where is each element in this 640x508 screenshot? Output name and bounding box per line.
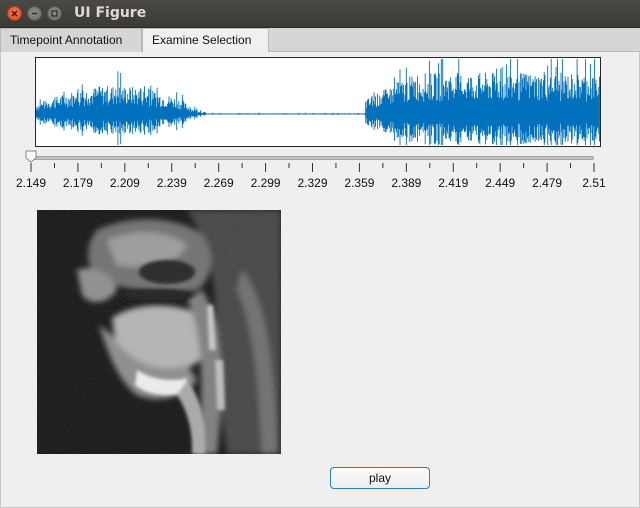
- window-titlebar: UI Figure: [0, 0, 640, 28]
- mri-picture: [37, 210, 281, 454]
- tick-label: 2.269: [203, 176, 234, 190]
- mri-image: [37, 210, 281, 454]
- tab-bar: Timepoint Annotation Examine Selection: [0, 28, 640, 53]
- maximize-icon[interactable]: [47, 6, 62, 21]
- waveform-plot: [35, 57, 601, 147]
- tick-label: 2.51: [582, 176, 606, 190]
- waveform-line: [35, 59, 600, 145]
- close-icon[interactable]: [7, 6, 22, 21]
- minimize-icon[interactable]: [27, 6, 42, 21]
- tick-label: 2.359: [344, 176, 375, 190]
- tick-label: 2.299: [250, 176, 281, 190]
- tick-label: 2.179: [62, 176, 93, 190]
- play-button[interactable]: play: [330, 467, 430, 489]
- tick-label: 2.389: [391, 176, 422, 190]
- time-slider-thumb[interactable]: [25, 150, 37, 163]
- waveform-signal: [35, 59, 600, 145]
- tick-label: 2.209: [109, 176, 140, 190]
- tick-label: 2.239: [156, 176, 187, 190]
- tick-label: 2.419: [438, 176, 469, 190]
- tab-timepoint-annotation[interactable]: Timepoint Annotation: [0, 28, 142, 52]
- tick-label: 2.479: [532, 176, 563, 190]
- time-slider-track[interactable]: [31, 156, 594, 160]
- tab-examine-selection[interactable]: Examine Selection: [142, 28, 269, 53]
- tick-label: 2.149: [15, 176, 47, 190]
- tick-label: 2.449: [485, 176, 516, 190]
- window-title: UI Figure: [74, 5, 147, 21]
- tick-label: 2.329: [297, 176, 328, 190]
